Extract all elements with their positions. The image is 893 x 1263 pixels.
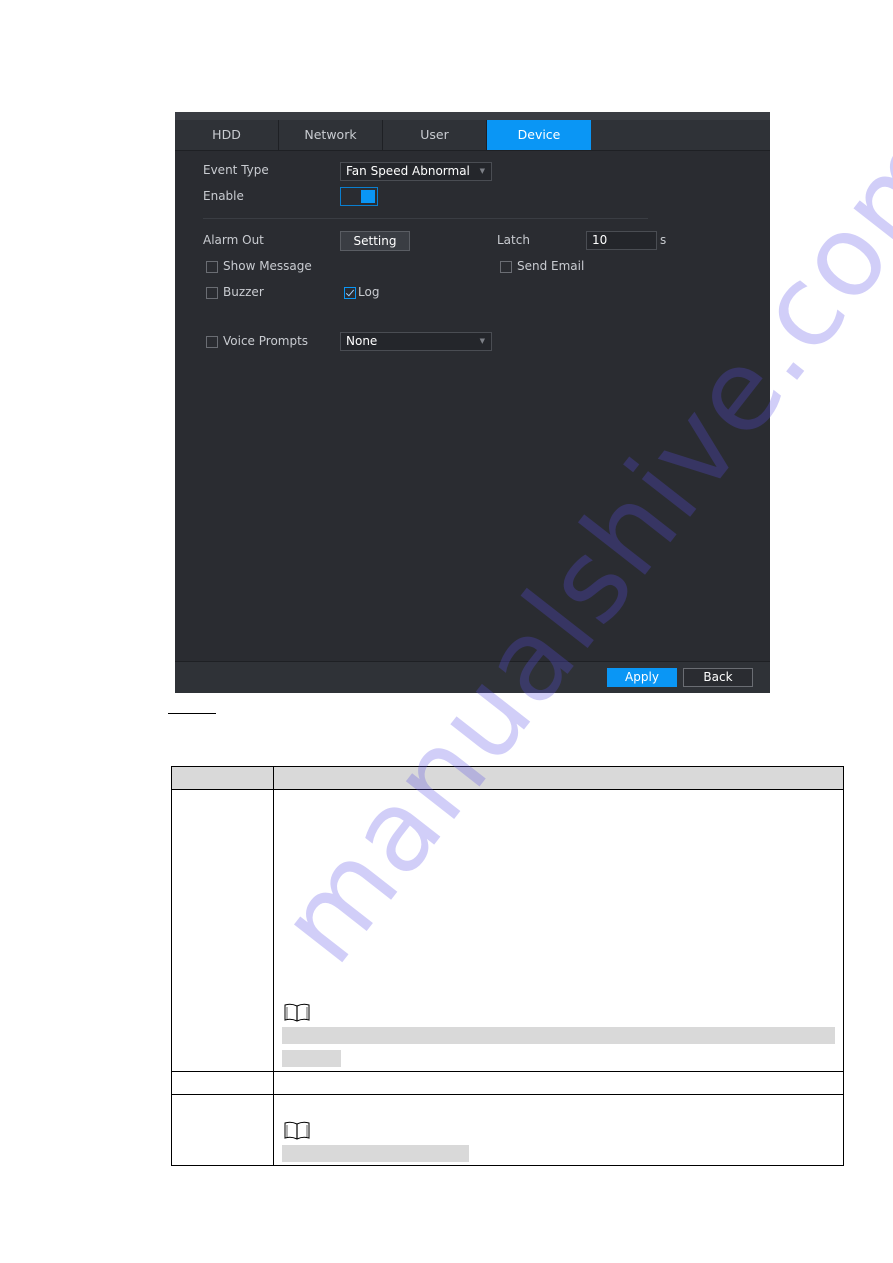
parameter-table (171, 766, 844, 1166)
voice-prompts-label: Voice Prompts (223, 334, 309, 348)
note-highlight (282, 1050, 341, 1067)
tab-device[interactable]: Device (487, 120, 591, 150)
enable-label: Enable (203, 189, 244, 203)
panel-footer (175, 661, 770, 693)
table-cell (171, 1094, 274, 1166)
chevron-down-icon: ▼ (479, 337, 485, 345)
show-message-label: Show Message (223, 259, 312, 273)
event-type-label: Event Type (203, 163, 269, 177)
latch-label: Latch (497, 233, 530, 247)
log-checkbox[interactable] (344, 287, 356, 299)
note-book-icon (284, 1121, 310, 1140)
show-message-checkbox[interactable] (206, 261, 218, 273)
step-underline (168, 713, 216, 714)
alarm-out-label: Alarm Out (203, 233, 264, 247)
table-cell (171, 1071, 274, 1095)
buzzer-label: Buzzer (223, 285, 264, 299)
table-cell (171, 789, 274, 1072)
event-type-dropdown[interactable]: Fan Speed Abnormal ▼ (340, 162, 492, 181)
event-type-value: Fan Speed Abnormal (346, 164, 470, 178)
setting-button[interactable]: Setting (340, 231, 410, 251)
note-highlight (282, 1027, 835, 1044)
panel-top-bar (175, 112, 770, 120)
table-header-cell (171, 766, 274, 790)
log-label: Log (358, 285, 380, 299)
voice-prompts-checkbox[interactable] (206, 336, 218, 348)
settings-panel: HDD Network User Device Event Type Fan S… (175, 112, 770, 693)
divider (203, 218, 648, 219)
voice-prompts-value: None (346, 334, 378, 348)
note-highlight (282, 1145, 469, 1162)
tab-hdd[interactable]: HDD (175, 120, 279, 150)
note-book-icon (284, 1003, 310, 1022)
voice-prompts-dropdown[interactable]: None ▼ (340, 332, 492, 351)
latch-value: 10 (592, 233, 608, 247)
table-cell (273, 1071, 844, 1095)
send-email-label: Send Email (517, 259, 585, 273)
apply-button[interactable]: Apply (607, 668, 677, 687)
table-header-cell (273, 766, 844, 790)
tab-network[interactable]: Network (279, 120, 383, 150)
table-row (171, 1094, 844, 1166)
back-button[interactable]: Back (683, 668, 753, 687)
latch-input[interactable]: 10 (586, 231, 657, 250)
send-email-checkbox[interactable] (500, 261, 512, 273)
buzzer-checkbox[interactable] (206, 287, 218, 299)
enable-toggle[interactable] (340, 187, 378, 206)
latch-unit: s (660, 233, 667, 247)
table-row (171, 1071, 844, 1095)
table-header-row (171, 766, 844, 790)
tab-user[interactable]: User (383, 120, 487, 150)
toggle-knob (361, 190, 375, 203)
chevron-down-icon: ▼ (479, 167, 485, 175)
tab-bar: HDD Network User Device (175, 120, 770, 151)
